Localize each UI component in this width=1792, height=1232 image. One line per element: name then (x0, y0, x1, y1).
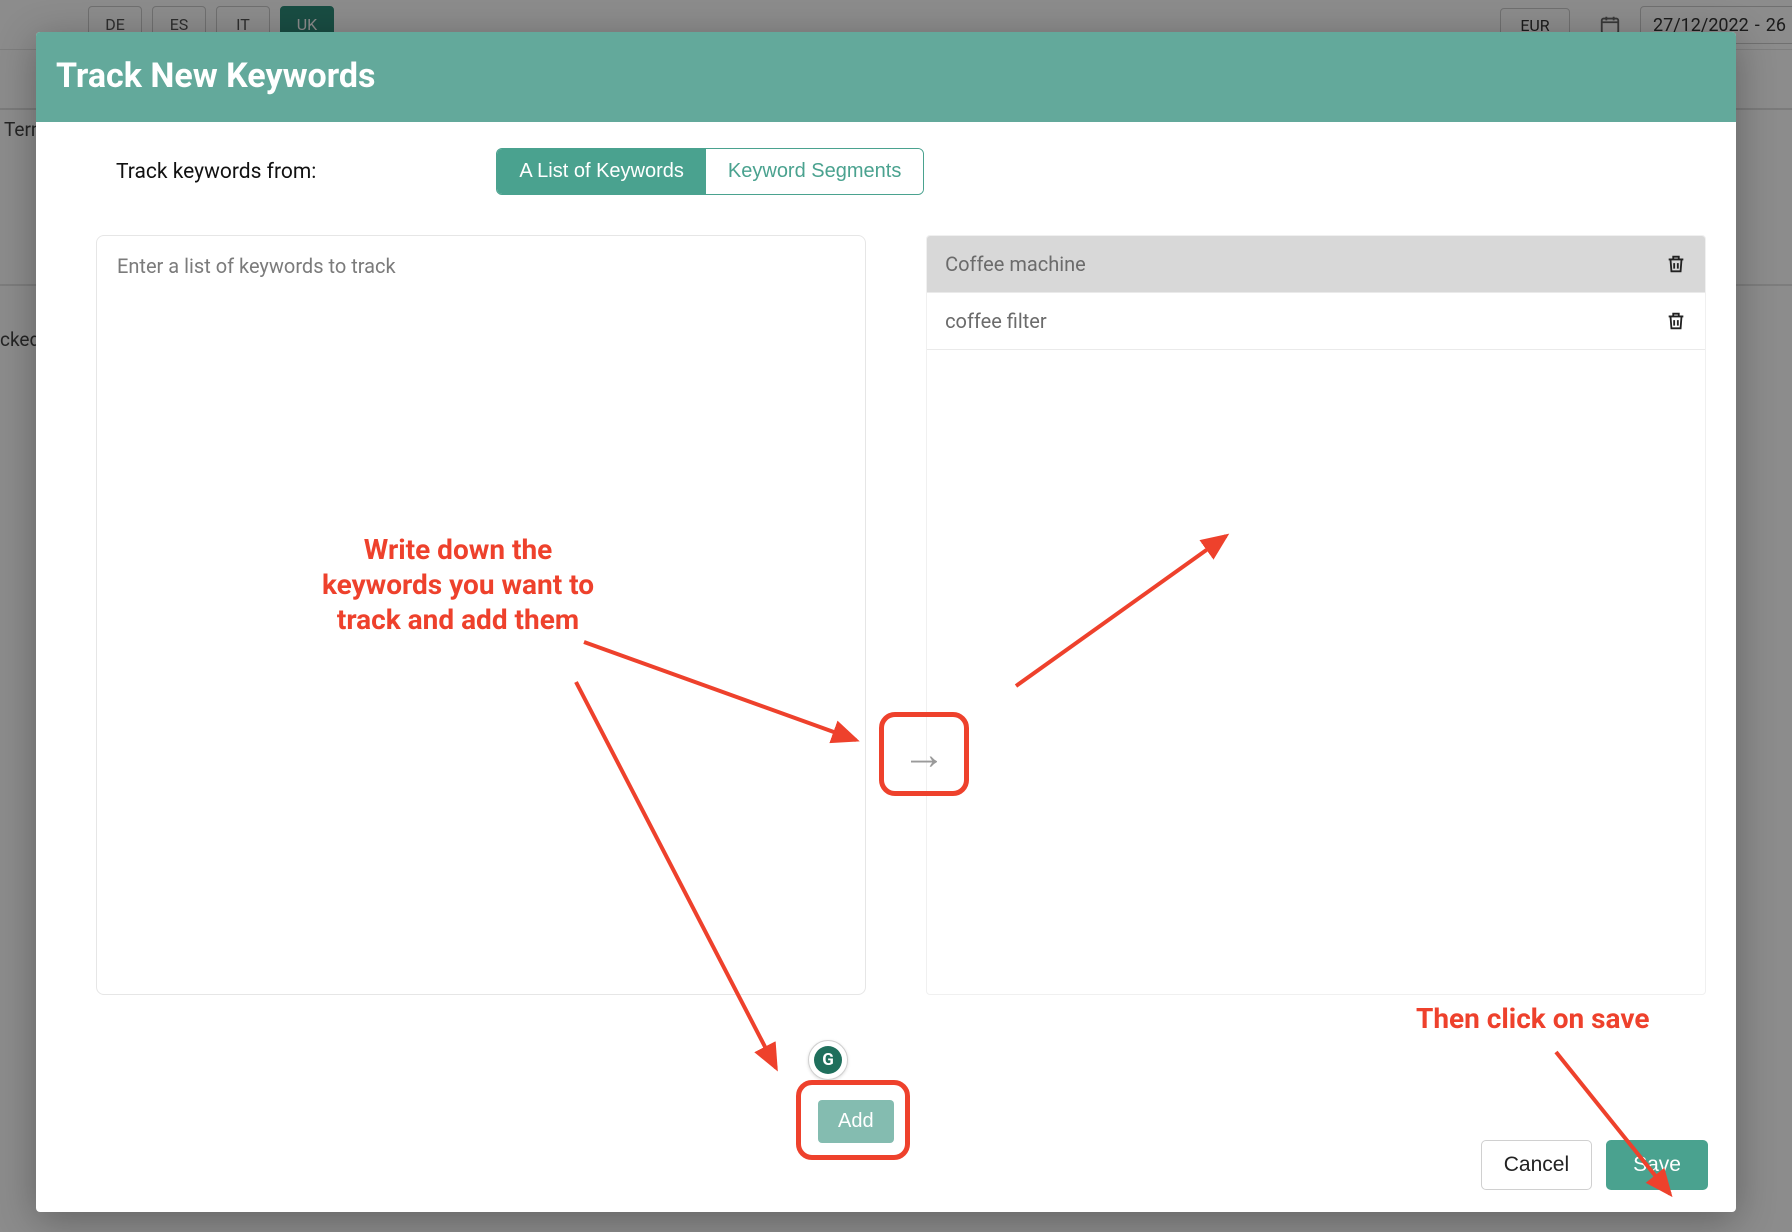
tab-list-of-keywords[interactable]: A List of Keywords (497, 149, 706, 194)
modal-overlay: Track New Keywords Track keywords from: … (0, 0, 1792, 1232)
annotation-text-right: Then click on save (1416, 1002, 1649, 1035)
keyword-list-panel: Coffee machine coffee filter (926, 235, 1706, 995)
grammarly-badge[interactable]: G (808, 1040, 848, 1080)
add-button[interactable]: Add (818, 1100, 894, 1143)
track-from-row: Track keywords from: A List of Keywords … (66, 148, 1706, 195)
source-toggle: A List of Keywords Keyword Segments (496, 148, 924, 195)
keyword-row[interactable]: Coffee machine (927, 236, 1705, 293)
transfer-arrow-box: → (879, 712, 969, 796)
keywords-textarea[interactable] (97, 236, 865, 994)
tab-keyword-segments[interactable]: Keyword Segments (706, 149, 923, 194)
trash-icon[interactable] (1665, 309, 1687, 333)
modal-header: Track New Keywords (36, 32, 1736, 122)
keyword-input-panel (96, 235, 866, 995)
keyword-row[interactable]: coffee filter (927, 293, 1705, 350)
track-from-label: Track keywords from: (116, 160, 316, 184)
trash-icon[interactable] (1665, 252, 1687, 276)
modal-title: Track New Keywords (56, 56, 1708, 96)
modal-footer: Cancel Save (1481, 1140, 1708, 1190)
modal-body: Track keywords from: A List of Keywords … (36, 122, 1736, 1212)
keyword-text: Coffee machine (945, 252, 1086, 276)
save-button[interactable]: Save (1606, 1140, 1708, 1190)
arrow-right-icon[interactable]: → (902, 728, 946, 780)
panels: Coffee machine coffee filter (66, 235, 1706, 995)
keyword-text: coffee filter (945, 309, 1047, 333)
track-keywords-modal: Track New Keywords Track keywords from: … (36, 32, 1736, 1212)
cancel-button[interactable]: Cancel (1481, 1140, 1592, 1190)
grammarly-icon: G (814, 1046, 842, 1074)
